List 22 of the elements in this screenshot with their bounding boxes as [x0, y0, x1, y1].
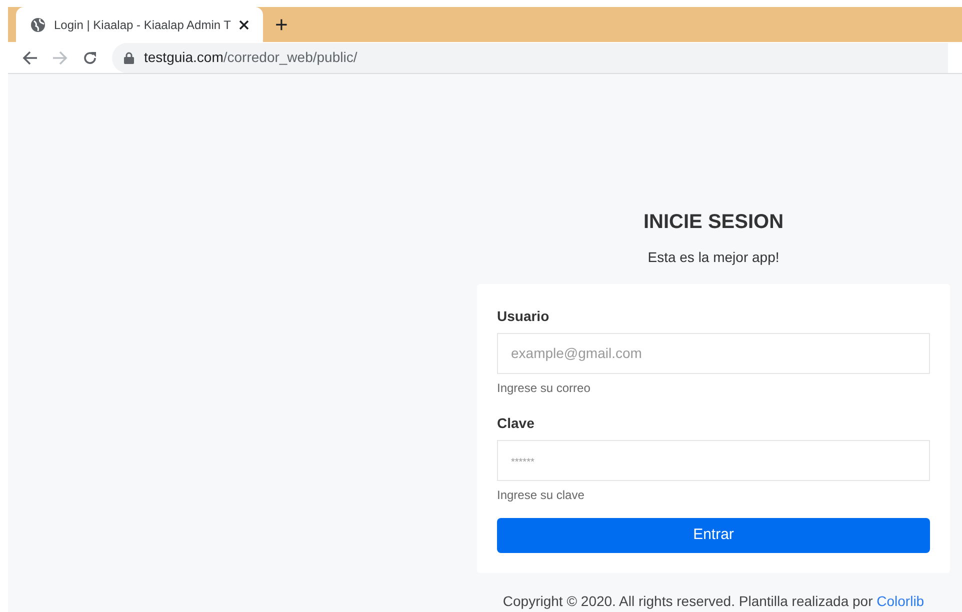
- close-icon[interactable]: [239, 20, 250, 30]
- url-domain: testguia.com: [144, 49, 224, 65]
- new-tab-button[interactable]: +: [275, 14, 288, 36]
- field-hint: Ingrese su clave: [497, 487, 586, 504]
- field-hint: Ingrese su correo: [497, 380, 592, 397]
- copyright-text: Copyright © 2020. All rights reserved. Plantilla realizada por Colorlib: [502, 592, 924, 611]
- reload-icon[interactable]: [82, 50, 98, 66]
- login-subtitle: Esta es la mejor app!: [648, 248, 780, 267]
- login-title: INICIE SESION: [643, 210, 784, 235]
- back-icon[interactable]: [22, 50, 38, 66]
- colorlib-link[interactable]: Colorlib: [876, 593, 924, 609]
- globe-icon: [30, 16, 46, 32]
- submit-button[interactable]: Entrar: [497, 518, 930, 553]
- browser-tab[interactable]: Login | Kiaalap - Kiaalap Admin T: [16, 7, 264, 42]
- url-field[interactable]: testguia.com/corredor_web/public/: [112, 42, 948, 72]
- email-field[interactable]: example@gmail.com: [497, 333, 930, 374]
- password-field[interactable]: ******: [497, 440, 930, 481]
- url-path: /corredor_web/public/: [223, 49, 358, 65]
- field-label: Clave: [497, 414, 536, 433]
- lock-icon: [124, 52, 134, 64]
- tab-title: Login | Kiaalap - Kiaalap Admin T: [54, 16, 232, 34]
- field-label: Usuario: [497, 307, 550, 326]
